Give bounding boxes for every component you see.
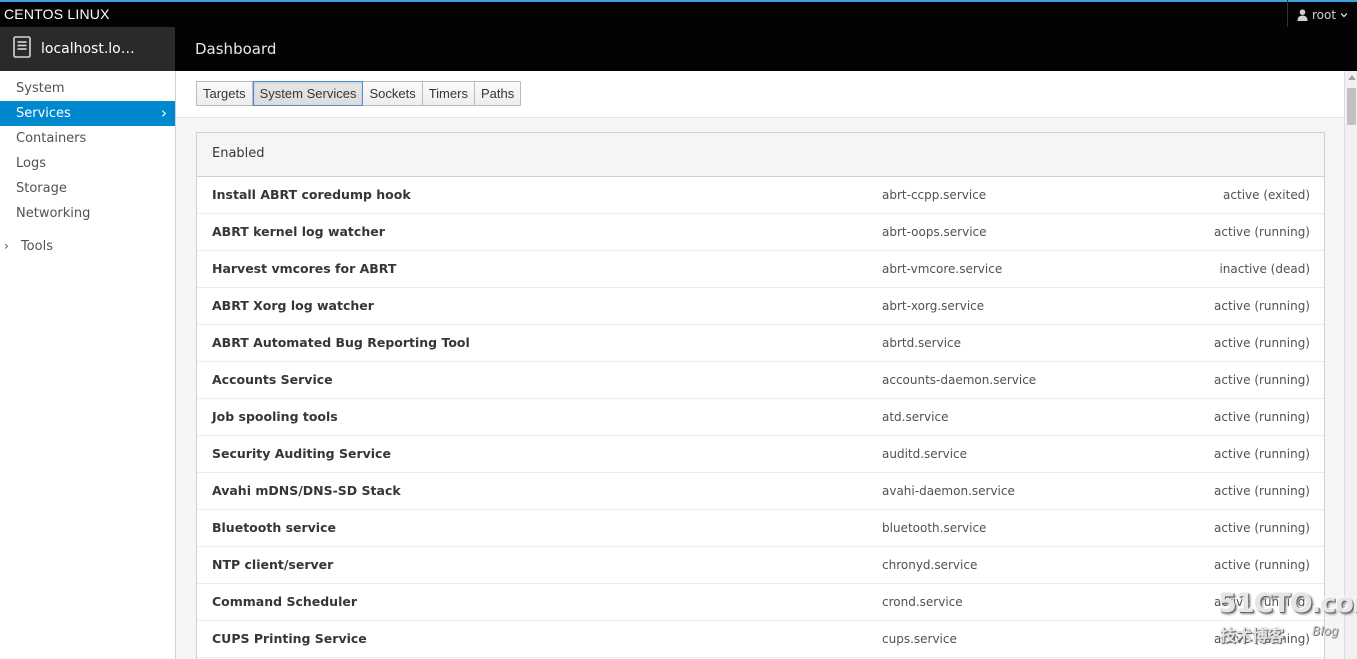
chevron-right-icon: › <box>161 104 167 122</box>
service-state: active (running) <box>1214 336 1310 350</box>
service-description: Command Scheduler <box>212 594 358 609</box>
sidebar-item-storage[interactable]: Storage <box>0 176 175 201</box>
services-page: Targets System Services Sockets Timers P… <box>176 71 1344 659</box>
service-row[interactable]: Install ABRT coredump hook abrt-ccpp.ser… <box>197 177 1324 214</box>
service-unit: accounts-daemon.service <box>882 373 1037 387</box>
service-type-tabs: Targets System Services Sockets Timers P… <box>196 81 522 106</box>
service-state: active (running) <box>1214 299 1310 313</box>
user-menu[interactable]: root <box>1287 0 1357 29</box>
service-state: active (running) <box>1214 484 1310 498</box>
service-row[interactable]: ABRT kernel log watcher abrt-oops.servic… <box>197 214 1324 251</box>
service-description: ABRT kernel log watcher <box>212 224 385 239</box>
sidebar-item-label: Containers <box>16 131 87 146</box>
chevron-down-icon <box>1340 12 1348 18</box>
service-row[interactable]: Avahi mDNS/DNS-SD Stack avahi-daemon.ser… <box>197 473 1324 510</box>
service-description: Security Auditing Service <box>212 446 391 461</box>
sidebar-item-services[interactable]: Services › <box>0 101 175 126</box>
service-unit: crond.service <box>882 595 963 609</box>
service-unit: abrtd.service <box>882 336 962 350</box>
service-row[interactable]: Accounts Service accounts-daemon.service… <box>197 362 1324 399</box>
service-unit: abrt-oops.service <box>882 225 987 239</box>
service-state: active (running) <box>1214 373 1310 387</box>
main-header: Dashboard <box>175 27 1357 71</box>
sidebar-item-label: Tools <box>20 239 53 254</box>
service-unit: abrt-vmcore.service <box>882 262 1003 276</box>
service-description: Accounts Service <box>212 372 333 387</box>
service-description: Install ABRT coredump hook <box>212 187 411 202</box>
service-row[interactable]: Bluetooth service bluetooth.service acti… <box>197 510 1324 547</box>
top-bar: CENTOS LINUX root <box>0 0 1357 29</box>
service-state: active (running) <box>1214 632 1310 646</box>
service-type-tabbar: Targets System Services Sockets Timers P… <box>176 71 1344 118</box>
sidebar-item-networking[interactable]: Networking <box>0 201 175 226</box>
host-name: localhost.localdomain <box>41 41 141 57</box>
service-row[interactable]: Command Scheduler crond.service active (… <box>197 584 1324 621</box>
host-switcher[interactable]: localhost.localdomain <box>0 27 175 71</box>
service-unit: auditd.service <box>882 447 968 461</box>
service-row[interactable]: Security Auditing Service auditd.service… <box>197 436 1324 473</box>
service-state: active (running) <box>1214 595 1310 609</box>
service-row[interactable]: Harvest vmcores for ABRT abrt-vmcore.ser… <box>197 251 1324 288</box>
server-icon <box>13 36 31 62</box>
service-state: active (running) <box>1214 225 1310 239</box>
service-description: NTP client/server <box>212 557 334 572</box>
service-description: ABRT Automated Bug Reporting Tool <box>212 335 470 350</box>
sidebar-item-label: Services <box>16 106 71 121</box>
service-description: Job spooling tools <box>212 409 338 424</box>
tab-targets[interactable]: Targets <box>196 81 253 106</box>
sidebar: System Services › Containers Logs Storag… <box>0 71 176 659</box>
service-row[interactable]: NTP client/server chronyd.service active… <box>197 547 1324 584</box>
service-state: active (running) <box>1214 447 1310 461</box>
sidebar-item-label: Storage <box>16 181 67 196</box>
service-unit: bluetooth.service <box>882 521 987 535</box>
service-row[interactable]: ABRT Xorg log watcher abrt-xorg.service … <box>197 288 1324 325</box>
service-unit: avahi-daemon.service <box>882 484 1015 498</box>
tab-sockets[interactable]: Sockets <box>363 81 423 106</box>
scroll-up-arrow-icon[interactable] <box>1348 75 1356 80</box>
service-state: active (exited) <box>1223 188 1310 202</box>
service-description: Harvest vmcores for ABRT <box>212 261 397 276</box>
service-unit: abrt-xorg.service <box>882 299 985 313</box>
service-state: inactive (dead) <box>1219 262 1310 276</box>
dashboard-link[interactable]: Dashboard <box>195 40 276 58</box>
sidebar-item-label: Logs <box>16 156 46 171</box>
service-row[interactable]: ABRT Automated Bug Reporting Tool abrtd.… <box>197 325 1324 362</box>
page-scrollbar[interactable] <box>1344 71 1357 659</box>
user-icon <box>1297 8 1308 21</box>
scroll-thumb[interactable] <box>1347 88 1356 125</box>
sidebar-item-label: System <box>16 81 65 96</box>
service-unit: cups.service <box>882 632 957 646</box>
panel-heading: Enabled <box>197 133 1324 177</box>
chevron-right-icon: › <box>4 239 9 253</box>
tab-system-services[interactable]: System Services <box>252 81 364 106</box>
enabled-services-panel: Enabled Install ABRT coredump hook abrt-… <box>196 132 1325 659</box>
service-unit: atd.service <box>882 410 949 424</box>
user-name: root <box>1311 7 1337 22</box>
service-state: active (running) <box>1214 558 1310 572</box>
sidebar-item-logs[interactable]: Logs <box>0 151 175 176</box>
service-unit: chronyd.service <box>882 558 978 572</box>
service-state: active (running) <box>1214 521 1310 535</box>
tab-timers[interactable]: Timers <box>422 81 475 106</box>
brand-label: CENTOS LINUX <box>4 6 110 22</box>
service-description: CUPS Printing Service <box>212 631 367 646</box>
service-description: Bluetooth service <box>212 520 336 535</box>
service-description: ABRT Xorg log watcher <box>212 298 374 313</box>
sidebar-item-system[interactable]: System <box>0 76 175 101</box>
sidebar-item-label: Networking <box>16 206 91 221</box>
sidebar-item-tools[interactable]: › Tools <box>0 234 175 259</box>
service-description: Avahi mDNS/DNS-SD Stack <box>212 483 401 498</box>
service-row[interactable]: CUPS Printing Service cups.service activ… <box>197 621 1324 658</box>
service-row[interactable]: Job spooling tools atd.service active (r… <box>197 399 1324 436</box>
service-unit: abrt-ccpp.service <box>882 188 987 202</box>
service-state: active (running) <box>1214 410 1310 424</box>
tab-paths[interactable]: Paths <box>474 81 522 106</box>
sidebar-item-containers[interactable]: Containers <box>0 126 175 151</box>
